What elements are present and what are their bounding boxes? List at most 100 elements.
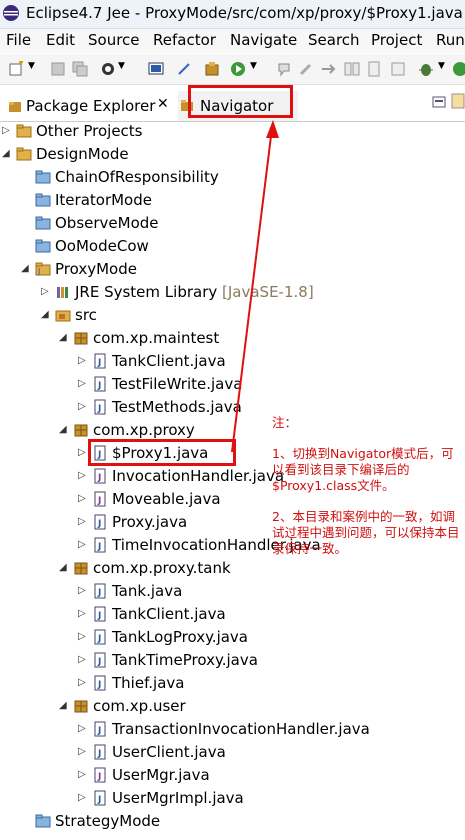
save-icon[interactable]	[50, 61, 66, 77]
menu-project[interactable]: Project	[371, 31, 422, 49]
tree-item-label: com.xp.maintest	[93, 329, 220, 347]
java-file-icon: J	[94, 537, 106, 553]
menu-run[interactable]: Run	[436, 31, 465, 49]
collapsed-arrow-icon[interactable]: ▷	[78, 718, 90, 740]
profile-dropdown-icon[interactable]: ▼	[118, 61, 125, 71]
edit-pen-icon[interactable]	[298, 61, 314, 77]
eclipse-icon	[3, 5, 19, 21]
compare-icon[interactable]	[344, 61, 360, 77]
expanded-arrow-icon[interactable]: ◢	[41, 304, 53, 326]
collapsed-arrow-icon[interactable]: ▷	[78, 626, 90, 648]
collapsed-arrow-icon[interactable]: ▷	[2, 120, 14, 142]
tree-item-label: com.xp.proxy	[93, 421, 195, 439]
menu-edit[interactable]: Edit	[46, 31, 75, 49]
window-title: Eclipse4.7 Jee - ProxyMode/src/com/xp/pr…	[26, 4, 465, 22]
console-icon[interactable]	[148, 61, 164, 77]
expanded-arrow-icon[interactable]: ◢	[21, 258, 33, 280]
tree-item-label: TankLogProxy.java	[112, 628, 249, 646]
tree-item-label: TestMethods.java	[112, 398, 242, 416]
java-file-icon: J	[94, 744, 106, 760]
minimize-icon[interactable]	[432, 95, 446, 109]
pin-icon[interactable]	[176, 61, 192, 77]
open-type-icon[interactable]	[204, 61, 220, 77]
annotation-icon[interactable]	[276, 61, 292, 77]
collapsed-arrow-icon[interactable]: ▷	[78, 534, 90, 556]
svg-text:J: J	[97, 795, 101, 805]
svg-text:J: J	[97, 588, 101, 598]
collapsed-arrow-icon[interactable]: ▷	[78, 373, 90, 395]
expanded-arrow-icon[interactable]: ◢	[59, 695, 71, 717]
menu-search[interactable]: Search	[308, 31, 360, 49]
collapsed-arrow-icon[interactable]: ▷	[78, 603, 90, 625]
close-icon[interactable]: ✕	[157, 96, 169, 112]
tab-package-explorer[interactable]: Package Explorer ✕	[0, 91, 178, 121]
tree-item-label: InvocationHandler.java	[112, 467, 285, 485]
new-dropdown-icon[interactable]: ▼	[28, 61, 35, 71]
maximize-icon[interactable]	[451, 93, 465, 109]
new-icon[interactable]	[8, 61, 24, 77]
tree-item-label: src	[75, 306, 97, 324]
bug-debug-icon[interactable]	[418, 61, 434, 77]
svg-text:J: J	[97, 542, 101, 552]
menu-refactor[interactable]: Refactor	[153, 31, 216, 49]
svg-text:J: J	[97, 772, 101, 782]
svg-text:J: J	[97, 726, 101, 736]
collapsed-arrow-icon[interactable]: ▷	[78, 488, 90, 510]
save-all-icon[interactable]	[72, 61, 88, 77]
debug-dropdown-icon[interactable]: ▼	[438, 61, 445, 71]
menu-navigate[interactable]: Navigate	[230, 31, 297, 49]
java-file-icon: J	[94, 376, 106, 392]
collapsed-arrow-icon[interactable]: ▷	[78, 787, 90, 809]
java-file-icon: J	[94, 514, 106, 530]
package-icon	[74, 700, 88, 713]
expanded-arrow-icon[interactable]: ◢	[59, 419, 71, 441]
tree-item-label: JRE System Library [JavaSE-1.8]	[75, 283, 314, 301]
forward-icon[interactable]	[320, 61, 336, 77]
svg-text:J: J	[97, 381, 101, 391]
collapsed-arrow-icon[interactable]: ▷	[78, 764, 90, 786]
document-icon[interactable]	[366, 61, 382, 77]
folder-icon	[16, 147, 32, 161]
tree-item-label: Thief.java	[112, 674, 185, 692]
project-icon	[35, 216, 51, 230]
expanded-arrow-icon[interactable]: ◢	[2, 143, 14, 165]
tree-item-label: ChainOfResponsibility	[55, 168, 219, 186]
tree-item-label: TankClient.java	[112, 352, 226, 370]
collapsed-arrow-icon[interactable]: ▷	[41, 281, 53, 303]
svg-text:J: J	[97, 611, 101, 621]
proxy1-highlight-box	[88, 439, 236, 466]
tree-item-label: UserMgrImpl.java	[112, 789, 244, 807]
svg-text:J: J	[97, 634, 101, 644]
collapsed-arrow-icon[interactable]: ▷	[78, 350, 90, 372]
navigator-highlight-box	[188, 85, 293, 118]
collapsed-arrow-icon[interactable]: ▷	[78, 649, 90, 671]
debug-profile-icon[interactable]	[100, 61, 116, 77]
tree-item-label: com.xp.user	[93, 697, 186, 715]
package-icon	[74, 562, 88, 575]
run-last-icon[interactable]	[452, 61, 465, 77]
java-file-icon: J	[94, 721, 106, 737]
expanded-arrow-icon[interactable]: ◢	[59, 557, 71, 579]
menu-file[interactable]: File	[6, 31, 31, 49]
run-dropdown-icon[interactable]: ▼	[250, 61, 257, 71]
expanded-arrow-icon[interactable]: ◢	[59, 327, 71, 349]
paragraph-icon[interactable]	[390, 61, 406, 77]
tree-item-label: TransactionInvocationHandler.java	[112, 720, 370, 738]
collapsed-arrow-icon[interactable]: ▷	[78, 741, 90, 763]
collapsed-arrow-icon[interactable]: ▷	[78, 511, 90, 533]
collapsed-arrow-icon[interactable]: ▷	[78, 396, 90, 418]
menu-source[interactable]: Source	[88, 31, 140, 49]
java-file-icon: J	[94, 399, 106, 415]
source-folder-icon	[55, 310, 71, 322]
collapsed-arrow-icon[interactable]: ▷	[78, 580, 90, 602]
run-green-icon[interactable]	[230, 61, 246, 77]
tree-item-label: com.xp.proxy.tank	[93, 559, 231, 577]
tree-item-label: UserClient.java	[112, 743, 226, 761]
package-icon	[74, 424, 88, 437]
svg-text:J: J	[97, 496, 101, 506]
collapsed-arrow-icon[interactable]: ▷	[78, 465, 90, 487]
collapsed-arrow-icon[interactable]: ▷	[78, 672, 90, 694]
svg-text:J: J	[97, 519, 101, 529]
tree-item-label: TankTimeProxy.java	[112, 651, 258, 669]
java-file-icon: J	[94, 675, 106, 691]
